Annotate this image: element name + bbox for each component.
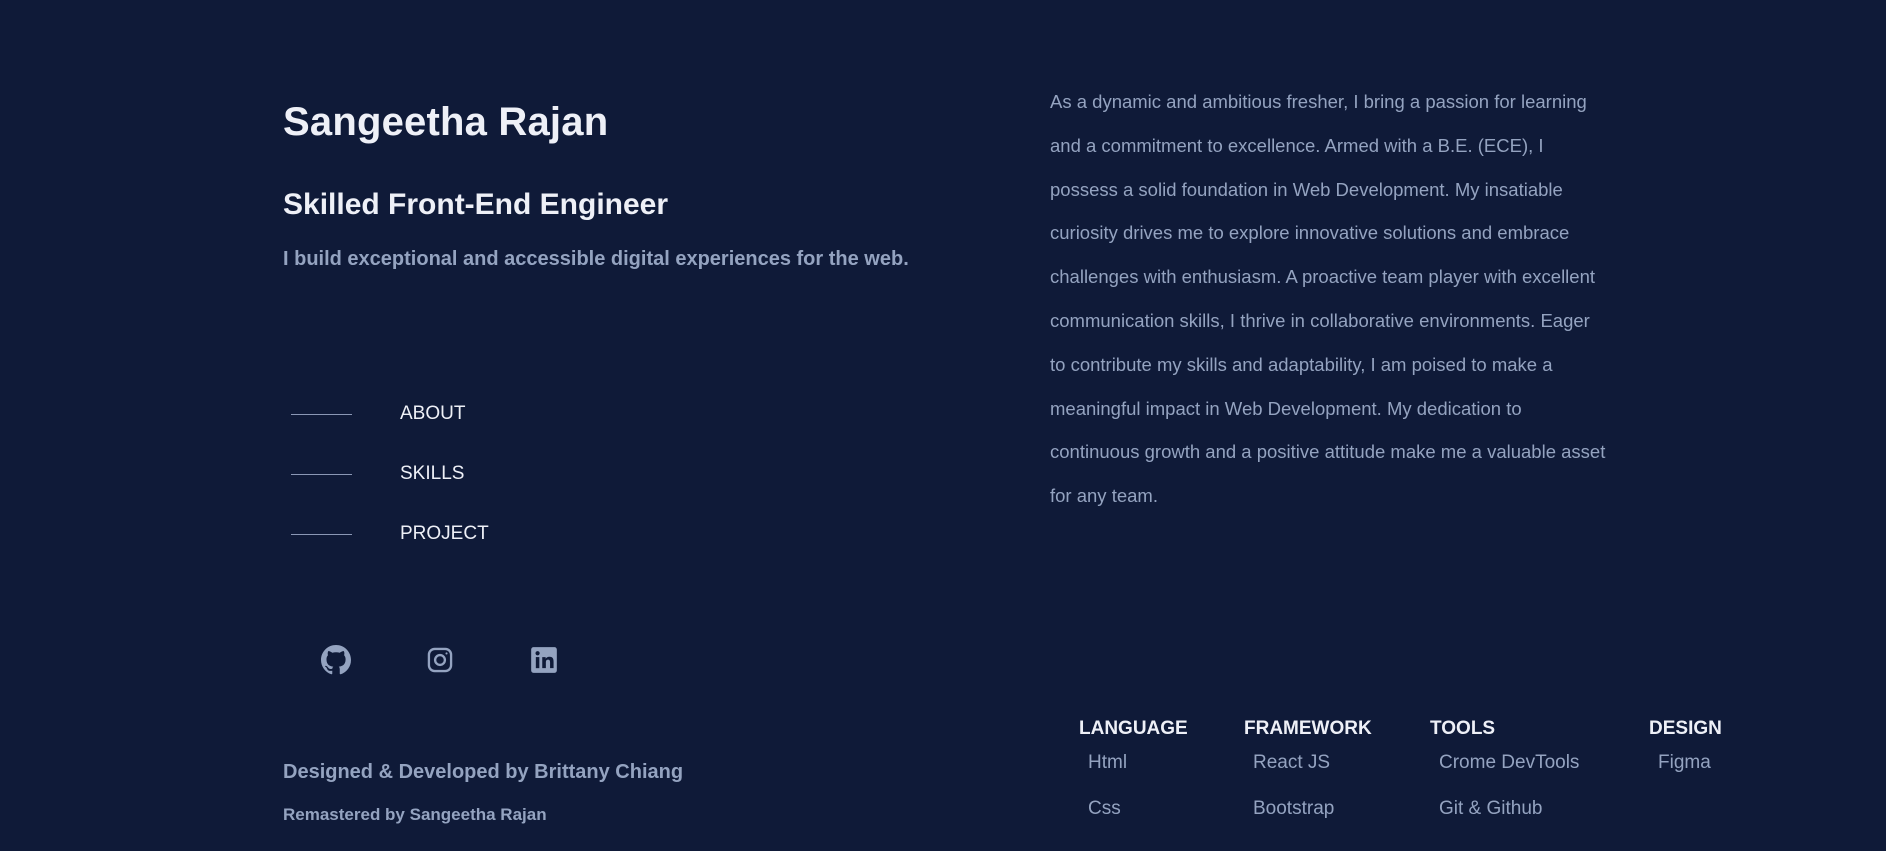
nav-item-about[interactable]: ABOUT: [291, 384, 489, 444]
skill-heading: LANGUAGE: [1079, 718, 1188, 739]
skill-item: Bootstrap: [1253, 798, 1335, 819]
section-nav: ABOUT SKILLS PROJECT: [291, 384, 489, 564]
skill-column-language: LANGUAGE Html Css: [1079, 718, 1188, 842]
nav-item-project[interactable]: PROJECT: [291, 504, 489, 564]
skill-item: Css: [1088, 798, 1121, 819]
hero-tagline: I build exceptional and accessible digit…: [283, 248, 909, 270]
skill-item: Figma: [1658, 752, 1711, 773]
skill-item: Git & Github: [1439, 798, 1543, 819]
nav-indicator-line: [291, 533, 352, 535]
skill-heading: FRAMEWORK: [1244, 718, 1372, 739]
nav-indicator-line: [291, 413, 352, 415]
about-text: As a dynamic and ambitious fresher, I br…: [1050, 91, 1606, 507]
nav-item-skills[interactable]: SKILLS: [291, 444, 489, 504]
portfolio-page: Sangeetha Rajan Skilled Front-End Engine…: [0, 0, 1886, 851]
nav-indicator-line: [291, 473, 352, 475]
skill-heading: DESIGN: [1649, 718, 1722, 739]
nav-label: SKILLS: [400, 463, 465, 484]
skill-item: React JS: [1253, 752, 1331, 773]
linkedin-icon[interactable]: [529, 644, 559, 676]
github-icon[interactable]: [321, 644, 351, 676]
skill-column-design: DESIGN Figma: [1649, 718, 1722, 796]
footer-remaster: Remastered by Sangeetha Rajan: [283, 805, 547, 824]
footer-credit: Designed & Developed by Brittany Chiang: [283, 761, 684, 783]
skill-heading: TOOLS: [1430, 718, 1496, 739]
skill-item: Html: [1088, 752, 1128, 773]
nav-label: ABOUT: [400, 403, 466, 424]
skill-column-tools: TOOLS Crome DevTools Git & Github: [1430, 718, 1579, 842]
hero-name: Sangeetha Rajan: [283, 100, 609, 144]
skill-item: Crome DevTools: [1439, 752, 1580, 773]
hero-role: Skilled Front-End Engineer: [283, 188, 669, 221]
instagram-icon[interactable]: [425, 644, 455, 676]
skill-column-framework: FRAMEWORK React JS Bootstrap: [1244, 718, 1372, 842]
nav-label: PROJECT: [400, 523, 489, 544]
social-links: [321, 644, 559, 676]
